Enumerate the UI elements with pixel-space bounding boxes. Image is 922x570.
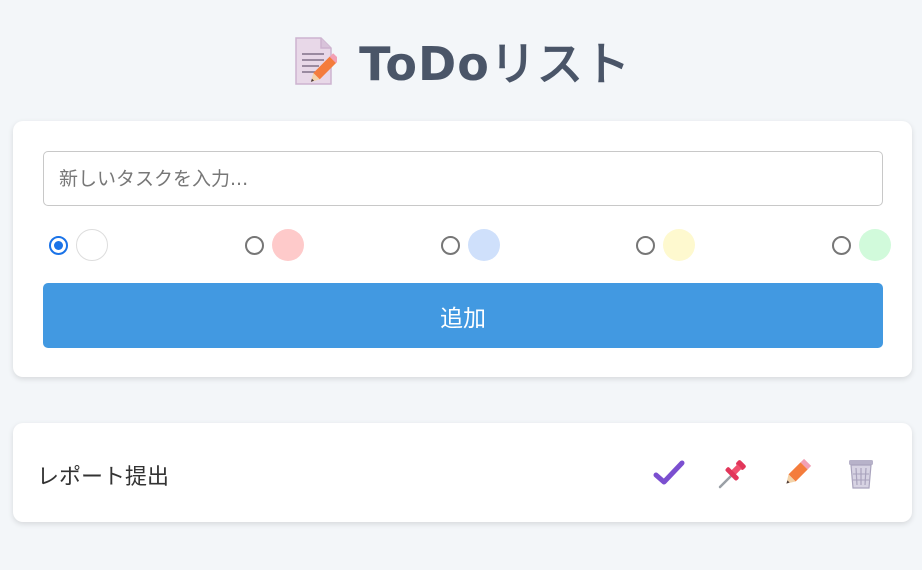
delete-button[interactable] xyxy=(843,455,879,491)
add-task-card: 追加 xyxy=(13,121,912,377)
color-swatch[interactable] xyxy=(271,229,304,261)
color-radio[interactable] xyxy=(244,235,264,255)
color-swatch[interactable] xyxy=(76,229,108,261)
color-picker xyxy=(49,229,891,261)
check-icon xyxy=(653,460,685,485)
task-item: レポート提出 xyxy=(13,423,912,522)
color-option-red[interactable] xyxy=(244,229,304,261)
task-input[interactable] xyxy=(43,151,883,206)
color-swatch[interactable] xyxy=(663,229,696,261)
pin-button[interactable] xyxy=(715,455,751,491)
edit-button[interactable] xyxy=(779,455,815,491)
complete-button[interactable] xyxy=(651,455,687,491)
color-option-white[interactable] xyxy=(49,229,108,261)
page-header: ToDoリスト xyxy=(0,28,922,94)
color-swatch[interactable] xyxy=(467,229,500,261)
trash-icon xyxy=(849,460,873,489)
color-radio[interactable] xyxy=(440,235,460,255)
pin-icon xyxy=(718,460,746,489)
color-radio[interactable] xyxy=(636,235,656,255)
color-option-green[interactable] xyxy=(832,229,891,261)
task-actions xyxy=(651,455,879,491)
memo-icon xyxy=(295,37,338,85)
task-text: レポート提出 xyxy=(37,465,170,490)
color-swatch[interactable] xyxy=(859,229,891,261)
color-radio[interactable] xyxy=(832,235,851,255)
pencil-icon xyxy=(786,458,812,484)
color-option-blue[interactable] xyxy=(440,229,500,261)
page-title: ToDoリスト xyxy=(359,37,631,91)
color-option-yellow[interactable] xyxy=(636,229,696,261)
color-radio[interactable] xyxy=(49,235,68,255)
add-button[interactable]: 追加 xyxy=(43,283,883,348)
